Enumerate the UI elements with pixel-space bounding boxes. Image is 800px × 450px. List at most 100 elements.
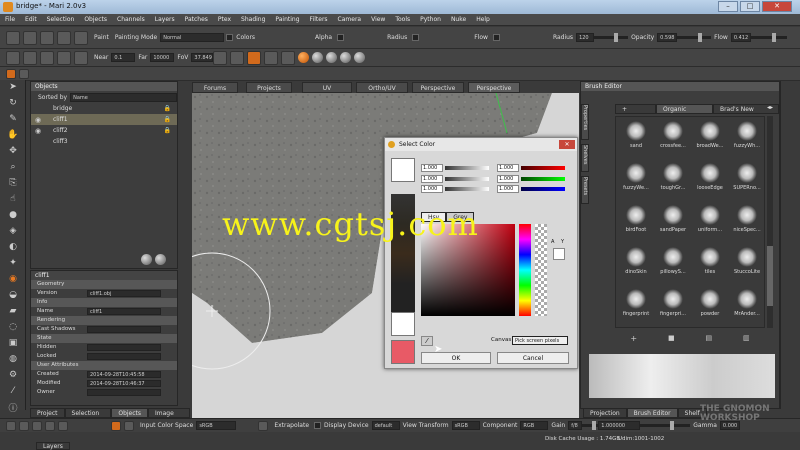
close-dialog-button[interactable]: ✕ [559, 140, 575, 149]
save-project-icon[interactable] [40, 30, 54, 45]
property-value[interactable] [87, 344, 161, 351]
canvas-dropdown[interactable]: Pick screen pixels [512, 336, 568, 345]
tab-properties[interactable]: Properties [581, 104, 589, 140]
shader-icon[interactable] [247, 50, 262, 65]
opacity-slider[interactable] [677, 33, 712, 42]
brush-preset[interactable]: crossfee... [655, 119, 691, 157]
new-project-icon[interactable] [6, 30, 20, 45]
value-slider[interactable] [445, 187, 489, 191]
brush-preset[interactable]: powder [692, 287, 728, 325]
specular-mode-icon[interactable] [354, 52, 366, 63]
remove-object-icon[interactable] [155, 254, 166, 265]
tab-projects[interactable]: Projects [246, 82, 292, 93]
redo-icon[interactable] [19, 420, 29, 431]
menu-filters[interactable]: Filters [305, 14, 333, 26]
flat-mode-icon[interactable] [312, 52, 324, 63]
tab-project[interactable]: Project [30, 408, 65, 418]
clone-tool-icon[interactable]: ⎘ [4, 176, 22, 190]
green-slider[interactable] [521, 177, 565, 181]
list-item[interactable]: ◉ cliff1 🔒 [31, 114, 177, 125]
sorted-by-dropdown[interactable]: Name [70, 92, 177, 102]
maximize-button[interactable]: □ [740, 1, 760, 12]
gain-slider[interactable] [582, 421, 599, 430]
display-device-dropdown[interactable]: default [371, 421, 400, 430]
cancel-button[interactable]: Cancel [497, 352, 569, 364]
brush-preset[interactable]: pillowyS... [655, 245, 691, 283]
brush-preset[interactable]: birdFoot [618, 203, 654, 241]
brush-preset[interactable]: broadWe... [692, 119, 728, 157]
wireframe-mode-icon[interactable] [340, 52, 352, 63]
layer-icon[interactable] [19, 68, 29, 79]
brush-preset[interactable]: fuzzyWh... [729, 119, 765, 157]
property-section[interactable]: Geometry [31, 280, 177, 289]
flow-field[interactable]: 0.412 [730, 33, 751, 42]
stroke-tool-icon[interactable]: ▰ [4, 304, 22, 318]
brush-preset[interactable]: StuccoLite [729, 245, 765, 283]
measure-tool-icon[interactable]: ⚙ [4, 368, 22, 382]
menu-patches[interactable]: Patches [180, 14, 213, 26]
add-brush-icon[interactable]: + [628, 332, 640, 344]
hue-slider[interactable] [445, 166, 489, 170]
saturation-slider[interactable] [445, 177, 489, 181]
menu-python[interactable]: Python [415, 14, 446, 26]
menu-help[interactable]: Help [471, 14, 495, 26]
lock-icon[interactable]: 🔒 [164, 103, 171, 114]
display-icon[interactable] [281, 50, 296, 65]
brush-preset[interactable]: looseEdge [692, 161, 728, 199]
component-dropdown[interactable]: RGB [520, 421, 549, 430]
move-tool-icon[interactable]: ✥ [4, 144, 22, 158]
menu-shading[interactable]: Shading [236, 14, 270, 26]
list-item[interactable]: bridge 🔒 [31, 103, 177, 114]
pan-icon[interactable] [32, 420, 42, 431]
extrapolate-checkbox[interactable] [314, 422, 322, 429]
tab-selection-groups[interactable]: Selection Gro... [64, 408, 112, 427]
brush-grid-scrollbar[interactable] [767, 116, 773, 328]
input-color-space-dropdown[interactable]: sRGB [196, 421, 237, 430]
brush-preset[interactable]: SUPERno... [729, 161, 765, 199]
painting-mode-dropdown[interactable]: Normal [160, 33, 225, 42]
list-item[interactable]: ◉ cliff2 🔒 [31, 125, 177, 136]
snap-icon[interactable] [45, 420, 55, 431]
paint-through-icon[interactable] [6, 68, 16, 79]
camera-ortho-icon[interactable] [40, 50, 54, 65]
property-value[interactable]: 2014-09-28T10:46:37 [87, 380, 161, 387]
tab-perspective-2[interactable]: Perspective [468, 82, 520, 93]
menu-view[interactable]: View [366, 14, 390, 26]
lock-icon[interactable]: 🔒 [164, 125, 171, 136]
near-field[interactable]: 0.1 [111, 53, 136, 62]
red-field[interactable]: 1.000 [497, 164, 519, 172]
lock-icon[interactable]: 🔒 [164, 114, 171, 125]
menu-objects[interactable]: Objects [79, 14, 112, 26]
tab-image-manager[interactable]: Image Man... [148, 408, 190, 427]
flow-checkbox[interactable] [492, 34, 500, 41]
tab-projection[interactable]: Projection [583, 408, 627, 418]
minimize-button[interactable]: – [718, 1, 738, 12]
brush-preset[interactable]: uniform... [692, 203, 728, 241]
radius-field[interactable]: 120 [576, 33, 595, 42]
hand-tool-icon[interactable]: ✋ [4, 128, 22, 142]
eraser-tool-icon[interactable]: ◐ [4, 240, 22, 254]
tab-presets[interactable]: Presets [581, 176, 589, 204]
lut-icon[interactable] [124, 420, 134, 431]
brush-preset[interactable]: dinoSkin [618, 245, 654, 283]
tab-uv[interactable]: UV [302, 82, 352, 93]
projection-tool-icon[interactable]: ◍ [4, 352, 22, 366]
property-value[interactable]: 2014-09-28T10:45:58 [87, 371, 161, 378]
alpha-strip[interactable] [535, 224, 547, 316]
view-transform-dropdown[interactable]: sRGB [451, 421, 480, 430]
colors-checkbox[interactable] [226, 34, 234, 41]
close-window-button[interactable]: ✕ [762, 1, 792, 12]
transform-tool-icon[interactable]: ↻ [4, 96, 22, 110]
brush-preset[interactable]: tiles [692, 245, 728, 283]
blur-tool-icon[interactable]: ● [4, 208, 22, 222]
eyedropper-tool-icon[interactable]: ⁄ [4, 384, 22, 398]
tab-shelves[interactable]: Shelves [581, 144, 589, 172]
radius-checkbox[interactable] [412, 34, 420, 41]
tab-brushes[interactable]: + Brushes [615, 104, 657, 123]
property-section[interactable]: User Attributes [31, 361, 177, 370]
value-field[interactable]: 1.000 [421, 185, 443, 193]
grid-icon[interactable] [74, 50, 88, 65]
brush-preset[interactable]: sand [618, 119, 654, 157]
brush-preset[interactable]: fuzzyWe... [618, 161, 654, 199]
menu-layers[interactable]: Layers [150, 14, 180, 26]
